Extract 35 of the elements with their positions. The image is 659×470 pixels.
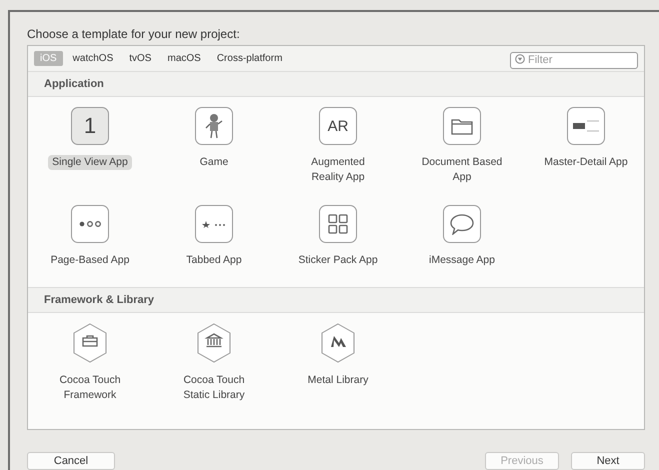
filter-field[interactable]: Filter (510, 52, 638, 68)
page-dots-icon (79, 221, 101, 227)
template-icon: AR (319, 107, 357, 145)
dialog-button[interactable]: Cancel (27, 452, 115, 470)
tab-bar-icon (202, 220, 226, 228)
template-name[interactable]: Cocoa Touch Framework (42, 373, 138, 403)
platform-tab[interactable]: Cross-platform (210, 51, 288, 66)
dialog-heading: Choose a template for your new project: (27, 27, 241, 42)
template-name[interactable]: Augmented Reality App (290, 155, 386, 185)
template-name[interactable]: Sticker Pack App (294, 253, 382, 268)
template-name[interactable]: Master-Detail App (540, 155, 632, 170)
template-name[interactable]: Document Based App (414, 155, 510, 185)
folder-icon (451, 118, 473, 134)
template-name[interactable]: Single View App (48, 155, 132, 170)
template-name[interactable]: Cocoa Touch Static Library (166, 373, 262, 403)
template-name[interactable]: iMessage App (425, 253, 499, 268)
dialog-button[interactable]: Next (571, 452, 645, 470)
section-header: Framework & Library (28, 287, 644, 313)
template-name[interactable]: Tabbed App (182, 253, 246, 268)
game-character-icon (205, 113, 223, 139)
section-header: Application (28, 72, 644, 97)
grid-icon (328, 214, 348, 234)
template-icon: 1 (71, 107, 109, 145)
metal-hexagon-icon (320, 323, 356, 363)
toolbox-hexagon-icon (72, 323, 108, 363)
template-name[interactable]: Page-Based App (46, 253, 134, 268)
template-name[interactable]: Game (196, 155, 232, 170)
platform-tab[interactable]: tvOS (123, 51, 158, 66)
platform-tab[interactable]: watchOS (66, 51, 120, 66)
split-view-icon (573, 120, 599, 132)
speech-bubble-icon (450, 214, 474, 234)
platform-tab[interactable]: macOS (161, 51, 207, 66)
filter-icon (515, 54, 525, 64)
template-name[interactable]: Metal Library (304, 373, 372, 388)
building-hexagon-icon (196, 323, 232, 363)
